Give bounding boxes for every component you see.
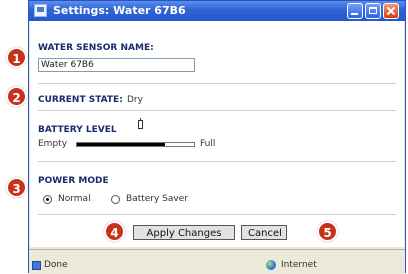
battery-full-label: Full <box>200 139 216 149</box>
power-mode-battery-saver-label[interactable]: Battery Saver <box>126 194 188 204</box>
callout-2: 2 <box>6 86 27 107</box>
status-bar: Done Internet <box>29 249 405 274</box>
battery-level-bar <box>76 142 195 147</box>
divider <box>38 83 396 84</box>
settings-panel: WATER SENSOR NAME: CURRENT STATE: Dry BA… <box>30 21 404 247</box>
battery-icon <box>138 118 143 129</box>
settings-window: Settings: Water 67B6 WATER SENSOR NAME: … <box>28 0 406 274</box>
status-text: Done <box>44 260 68 270</box>
callout-3: 3 <box>6 177 27 198</box>
maximize-button[interactable] <box>365 3 381 19</box>
security-zone-text: Internet <box>281 260 317 270</box>
cancel-button[interactable]: Cancel <box>241 225 287 240</box>
title-bar[interactable]: Settings: Water 67B6 <box>29 1 405 21</box>
power-mode-label: POWER MODE <box>38 176 109 186</box>
divider <box>38 214 396 215</box>
current-state-value: Dry <box>127 95 143 105</box>
callout-4: 4 <box>104 221 125 242</box>
window-title: Settings: Water 67B6 <box>53 4 186 17</box>
sensor-name-input[interactable] <box>38 58 195 72</box>
battery-level-label: BATTERY LEVEL <box>38 125 117 135</box>
divider <box>38 110 396 111</box>
minimize-button[interactable] <box>347 3 363 19</box>
callout-5: 5 <box>317 221 338 242</box>
apply-changes-button[interactable]: Apply Changes <box>133 225 235 240</box>
power-mode-battery-saver-radio[interactable] <box>111 195 120 204</box>
globe-icon <box>266 260 276 270</box>
battery-empty-label: Empty <box>38 139 68 149</box>
divider <box>38 161 396 162</box>
power-mode-normal-radio[interactable] <box>43 195 52 204</box>
close-button[interactable] <box>383 3 399 19</box>
sensor-name-label: WATER SENSOR NAME: <box>38 43 154 53</box>
battery-level-fill <box>77 143 165 146</box>
callout-1: 1 <box>6 47 27 68</box>
current-state-label: CURRENT STATE: <box>38 95 123 105</box>
window-app-icon <box>34 4 47 17</box>
power-mode-normal-label[interactable]: Normal <box>58 194 91 204</box>
page-icon <box>32 261 41 270</box>
